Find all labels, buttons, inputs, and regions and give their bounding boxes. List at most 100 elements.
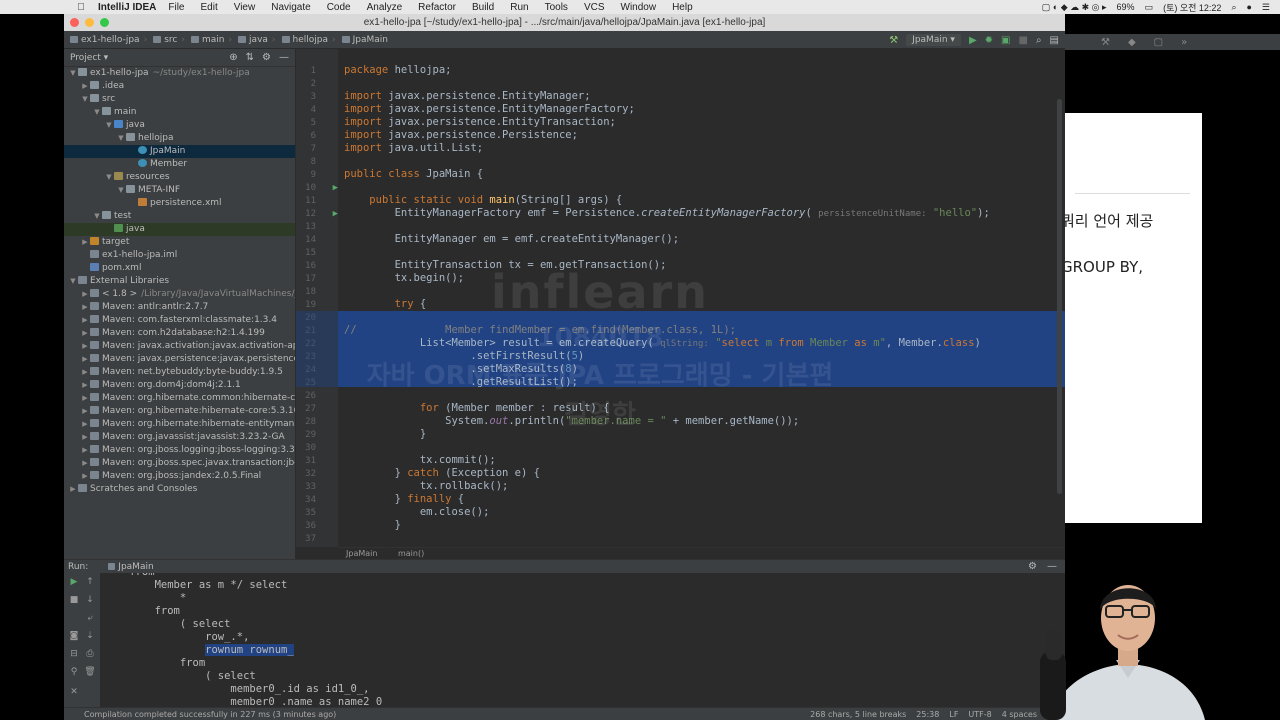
- code-line[interactable]: // Member findMember = em.find(Member.cl…: [344, 324, 736, 336]
- code-line[interactable]: import javax.persistence.EntityManager;: [344, 90, 591, 102]
- code-line[interactable]: EntityTransaction tx = em.getTransaction…: [344, 259, 667, 271]
- layout-icon[interactable]: ▤: [1050, 35, 1059, 46]
- menu-item-navigate[interactable]: Navigate: [271, 2, 310, 13]
- more-icon[interactable]: »: [1181, 37, 1187, 48]
- stop-icon[interactable]: ■: [1018, 35, 1027, 46]
- collapsed-arrow-icon[interactable]: ▶: [80, 379, 90, 392]
- menu-item-file[interactable]: File: [168, 2, 184, 13]
- tree-item[interactable]: ▼ java: [64, 119, 295, 132]
- collapsed-arrow-icon[interactable]: ▶: [80, 457, 90, 470]
- collapsed-arrow-icon[interactable]: ▶: [80, 314, 90, 327]
- run-config-select[interactable]: JpaMain ▾: [906, 34, 961, 46]
- collapsed-arrow-icon[interactable]: ▶: [80, 405, 90, 418]
- code-line[interactable]: package hellojpa;: [344, 64, 451, 76]
- diamond-icon[interactable]: ◆: [1128, 37, 1136, 48]
- breadcrumb-class[interactable]: JpaMain: [346, 549, 377, 558]
- collapsed-arrow-icon[interactable]: ▶: [68, 483, 78, 496]
- nav-crumb[interactable]: ex1-hello-jpa: [70, 35, 140, 45]
- collapsed-arrow-icon[interactable]: ▶: [80, 80, 90, 93]
- trash-icon[interactable]: 🗑: [84, 667, 96, 677]
- project-view-select[interactable]: Project ▾: [70, 53, 108, 63]
- tree-item[interactable]: JpaMain: [64, 145, 295, 158]
- breadcrumb-method[interactable]: main(): [398, 549, 424, 558]
- build-icon[interactable]: ⚒: [889, 35, 898, 46]
- expanded-arrow-icon[interactable]: ▼: [68, 275, 78, 288]
- tree-item[interactable]: pom.xml: [64, 262, 295, 275]
- collapsed-arrow-icon[interactable]: ▶: [80, 236, 90, 249]
- expanded-arrow-icon[interactable]: ▼: [80, 93, 90, 106]
- collapsed-arrow-icon[interactable]: ▶: [80, 431, 90, 444]
- code-line[interactable]: } catch (Exception e) {: [344, 467, 540, 479]
- expanded-arrow-icon[interactable]: ▼: [116, 184, 126, 197]
- run-main-gutter-icon[interactable]: ▶: [322, 209, 338, 219]
- tree-item[interactable]: ▶ Maven: com.h2database:h2:1.4.199: [64, 327, 295, 340]
- locate-icon[interactable]: ⊕: [229, 52, 237, 63]
- hide-panel-icon[interactable]: —: [279, 52, 289, 63]
- expanded-arrow-icon[interactable]: ▼: [116, 132, 126, 145]
- nav-crumb[interactable]: java: [238, 35, 268, 45]
- collapsed-arrow-icon[interactable]: ▶: [80, 418, 90, 431]
- code-line[interactable]: import java.util.List;: [344, 142, 483, 154]
- menu-item-help[interactable]: Help: [672, 2, 693, 13]
- tree-item[interactable]: ▼ src: [64, 93, 295, 106]
- tree-item[interactable]: ▶ Maven: net.bytebuddy:byte-buddy:1.9.5: [64, 366, 295, 379]
- soft-wrap-icon[interactable]: ⤶: [84, 613, 96, 623]
- settings-gear-icon[interactable]: ⚙: [262, 52, 271, 63]
- tree-item[interactable]: ▶ target: [64, 236, 295, 249]
- pin-icon[interactable]: ⚲: [68, 667, 80, 677]
- tree-item[interactable]: persistence.xml: [64, 197, 295, 210]
- tree-item[interactable]: ▶ Maven: org.hibernate.common:hibernate-c…: [64, 392, 295, 405]
- hammer-icon[interactable]: ⚒: [1101, 37, 1110, 48]
- code-line[interactable]: import javax.persistence.EntityTransacti…: [344, 116, 616, 128]
- menu-item-code[interactable]: Code: [327, 2, 351, 13]
- collapsed-arrow-icon[interactable]: ▶: [80, 444, 90, 457]
- tree-item[interactable]: ▶ Maven: javax.activation:javax.activatio…: [64, 340, 295, 353]
- code-line[interactable]: EntityManagerFactory emf = Persistence.c…: [344, 207, 990, 219]
- code-line[interactable]: import javax.persistence.Persistence;: [344, 129, 578, 141]
- code-line[interactable]: tx.commit();: [344, 454, 496, 466]
- menu-list-icon[interactable]: ☰: [1262, 2, 1270, 13]
- expanded-arrow-icon[interactable]: ▼: [104, 171, 114, 184]
- tree-item[interactable]: java: [64, 223, 295, 236]
- code-line[interactable]: tx.begin();: [344, 272, 465, 284]
- app-name-menu[interactable]: IntelliJ IDEA: [98, 2, 156, 13]
- minimize-window-button[interactable]: [85, 18, 94, 27]
- collapsed-arrow-icon[interactable]: ▶: [80, 470, 90, 483]
- tree-item[interactable]: ▶ Maven: antlr:antlr:2.7.7: [64, 301, 295, 314]
- collapsed-arrow-icon[interactable]: ▶: [80, 301, 90, 314]
- expanded-arrow-icon[interactable]: ▼: [68, 67, 78, 80]
- code-line[interactable]: import javax.persistence.EntityManagerFa…: [344, 103, 635, 115]
- battery-icon[interactable]: ▭: [1145, 2, 1154, 13]
- tree-item[interactable]: ▼ hellojpa: [64, 132, 295, 145]
- coverage-icon[interactable]: ▣: [1001, 35, 1010, 46]
- tree-item[interactable]: ▼ External Libraries: [64, 275, 295, 288]
- nav-crumb[interactable]: hellojpa: [282, 35, 328, 45]
- status-message[interactable]: Compilation completed successfully in 22…: [84, 710, 336, 719]
- code-line[interactable]: try {: [344, 298, 427, 310]
- close-run-icon[interactable]: ✕: [68, 687, 80, 697]
- tree-item[interactable]: ▶ Maven: org.dom4j:dom4j:2.1.1: [64, 379, 295, 392]
- collapsed-arrow-icon[interactable]: ▶: [80, 366, 90, 379]
- file-encoding[interactable]: UTF-8: [968, 710, 991, 719]
- nav-crumb[interactable]: src: [153, 35, 177, 45]
- tree-item[interactable]: ▼ resources: [64, 171, 295, 184]
- menu-item-analyze[interactable]: Analyze: [367, 2, 403, 13]
- collapsed-arrow-icon[interactable]: ▶: [80, 353, 90, 366]
- expanded-arrow-icon[interactable]: ▼: [92, 106, 102, 119]
- run-icon[interactable]: ▶: [969, 35, 977, 46]
- tree-item[interactable]: ▶ < 1.8 >/Library/Java/JavaVirtualMachine…: [64, 288, 295, 301]
- collapse-icon[interactable]: ⇅: [246, 52, 254, 63]
- tree-item[interactable]: ▶ Maven: org.jboss.spec.javax.transaction…: [64, 457, 295, 470]
- code-line[interactable]: .setFirstResult(5): [344, 350, 584, 362]
- run-tab-jpamain[interactable]: JpaMain: [108, 562, 153, 572]
- rerun-icon[interactable]: ▶: [68, 577, 80, 587]
- code-line[interactable]: List<Member> result = em.createQuery( ql…: [344, 337, 981, 349]
- tree-item[interactable]: ▶ Maven: org.hibernate:hibernate-core:5.3…: [64, 405, 295, 418]
- code-line[interactable]: tx.rollback();: [344, 480, 509, 492]
- scroll-down-icon[interactable]: ↓: [84, 595, 96, 605]
- search-everywhere-icon[interactable]: ⌕: [1036, 35, 1042, 46]
- debug-icon[interactable]: ✹: [985, 35, 993, 46]
- tree-item[interactable]: ▼ test: [64, 210, 295, 223]
- menu-item-tools[interactable]: Tools: [545, 2, 568, 13]
- stop-run-icon[interactable]: ■: [68, 595, 80, 605]
